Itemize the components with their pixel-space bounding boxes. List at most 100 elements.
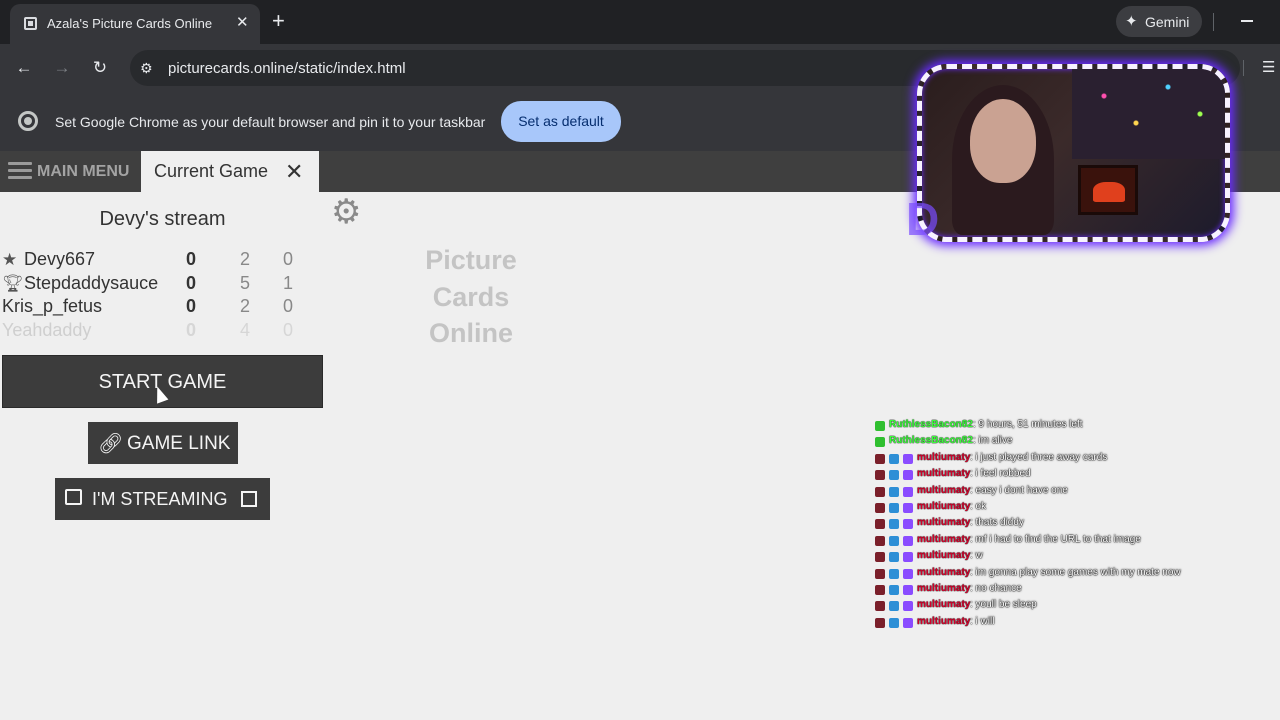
chat-text: : thats diddy bbox=[970, 517, 1024, 529]
chat-message: multiumaty: i just played three away car… bbox=[870, 451, 1270, 467]
chat-message: multiumaty: i will bbox=[870, 615, 1270, 631]
chat-text: : im alive bbox=[973, 435, 1013, 447]
back-arrow-icon[interactable]: ← bbox=[10, 54, 38, 82]
logo-line: Cards bbox=[432, 281, 510, 312]
hamburger-icon bbox=[8, 162, 32, 180]
player-name: Stepdaddysauce bbox=[24, 272, 159, 293]
gear-icon[interactable]: ⚙ bbox=[331, 194, 367, 230]
chat-username: multiumaty bbox=[917, 599, 971, 611]
new-tab-button[interactable]: + bbox=[272, 8, 285, 34]
chat-badge-icon bbox=[875, 470, 885, 481]
player-name: Devy667 bbox=[24, 249, 96, 269]
tab-favicon-icon bbox=[24, 17, 37, 30]
chat-badge-icon bbox=[903, 568, 913, 579]
chat-text: : ok bbox=[970, 500, 987, 512]
tab-current-game[interactable]: Current Game ✕ bbox=[141, 151, 319, 192]
close-icon[interactable]: ✕ bbox=[285, 159, 303, 185]
player-list: ★ Devy667 0 2 0 🏆︎ Stepdaddysauce 0 5 1 … bbox=[2, 249, 312, 343]
player-score: 0 bbox=[185, 296, 196, 316]
game-link-label: GAME LINK bbox=[127, 433, 231, 454]
chat-badge-icon bbox=[875, 502, 885, 513]
chat-badge-icon bbox=[889, 552, 899, 563]
player-stat: 0 bbox=[282, 249, 293, 269]
streaming-checkbox[interactable] bbox=[241, 491, 257, 507]
streaming-toggle-button[interactable]: I'M STREAMING bbox=[55, 478, 270, 520]
chat-badge-icon bbox=[875, 437, 885, 448]
player-name: Kris_p_fetus bbox=[2, 296, 103, 316]
player-name: Yeahdaddy bbox=[2, 319, 92, 340]
site-settings-icon[interactable]: ⚙ bbox=[140, 60, 156, 76]
set-as-default-button[interactable]: Set as default bbox=[501, 101, 621, 142]
browser-tabstrip: Azala's Picture Cards Online ✕ + ✦ Gemin… bbox=[0, 0, 1280, 44]
link-icon: 🔗︎ bbox=[98, 433, 124, 455]
chat-badge-icon bbox=[889, 519, 899, 530]
player-stat: 5 bbox=[239, 272, 250, 293]
player-stat: 4 bbox=[239, 319, 250, 340]
app-logo: Picture Cards Online bbox=[410, 242, 532, 352]
chat-message: multiumaty: w bbox=[870, 549, 1270, 565]
divider bbox=[1243, 60, 1244, 76]
chat-badge-icon bbox=[875, 486, 885, 497]
main-menu-label: MAIN MENU bbox=[37, 163, 130, 180]
chat-badge-icon bbox=[903, 502, 913, 513]
logo-line: Online bbox=[428, 318, 513, 348]
reload-icon[interactable]: ↻ bbox=[86, 54, 114, 82]
chat-badge-icon bbox=[875, 568, 885, 579]
minimize-button[interactable] bbox=[1241, 20, 1253, 22]
game-link-button[interactable]: 🔗︎ GAME LINK bbox=[88, 422, 238, 464]
chat-text: : youll be sleep bbox=[970, 599, 1037, 611]
player-score: 0 bbox=[185, 272, 196, 293]
chat-badge-icon bbox=[903, 535, 913, 546]
chat-badge-icon bbox=[875, 552, 885, 563]
webcam-overlay bbox=[917, 64, 1230, 242]
tab-close-icon[interactable]: ✕ bbox=[236, 13, 249, 31]
player-score: 0 bbox=[185, 319, 196, 340]
chat-badge-icon bbox=[889, 486, 899, 497]
url-text[interactable]: picturecards.online/static/index.html bbox=[168, 60, 406, 77]
chat-badge-icon bbox=[903, 470, 913, 481]
chat-username: multiumaty bbox=[917, 615, 971, 627]
divider bbox=[1213, 13, 1214, 31]
chat-text: : im gonna play some games with my mate … bbox=[970, 566, 1181, 578]
chat-badge-icon bbox=[875, 617, 885, 628]
chat-badge-icon bbox=[889, 584, 899, 595]
chat-text: : w bbox=[970, 550, 983, 562]
chat-badge-icon bbox=[903, 486, 913, 497]
chat-text: : i just played three away cards bbox=[970, 451, 1108, 463]
chat-username: multiumaty bbox=[917, 517, 971, 529]
stream-title: Devy's stream bbox=[99, 208, 226, 230]
chat-message: multiumaty: mf i had to find the URL to … bbox=[870, 533, 1270, 549]
chat-badge-icon bbox=[889, 502, 899, 513]
chat-message: multiumaty: i feel robbed bbox=[870, 467, 1270, 483]
chat-username: multiumaty bbox=[917, 566, 971, 578]
chat-badge-icon bbox=[875, 519, 885, 530]
forward-arrow-icon[interactable]: → bbox=[48, 54, 76, 82]
gemini-button[interactable]: ✦ Gemini bbox=[1116, 6, 1202, 37]
chat-badge-icon bbox=[875, 421, 885, 431]
chat-badge-icon bbox=[875, 453, 885, 464]
trophy-icon: 🏆︎ bbox=[2, 273, 24, 293]
player-score: 0 bbox=[185, 249, 196, 269]
chat-username: multiumaty bbox=[917, 500, 971, 512]
browser-tab[interactable]: Azala's Picture Cards Online ✕ bbox=[10, 4, 260, 44]
current-game-label: Current Game bbox=[154, 161, 269, 181]
webcam-background bbox=[1072, 69, 1225, 159]
chat-message: multiumaty: no chance bbox=[870, 582, 1270, 598]
chat-message: multiumaty: ok bbox=[870, 500, 1270, 516]
chat-badge-icon bbox=[889, 470, 899, 481]
chat-text: : mf i had to find the URL to that image bbox=[970, 533, 1141, 545]
star-icon: ★ bbox=[2, 250, 18, 269]
chat-badge-icon bbox=[875, 584, 885, 595]
twitch-icon bbox=[65, 489, 82, 505]
chat-username: multiumaty bbox=[917, 451, 971, 463]
media-queue-icon[interactable]: ☰ bbox=[1262, 58, 1275, 76]
chat-badge-icon bbox=[889, 535, 899, 546]
player-row: 🏆︎ Stepdaddysauce 0 5 1 bbox=[2, 273, 312, 297]
gemini-label: Gemini bbox=[1145, 14, 1190, 30]
chat-message: RuthlessBacon82: im alive bbox=[870, 434, 1270, 450]
chat-username: multiumaty bbox=[917, 533, 971, 545]
chat-badge-icon bbox=[903, 601, 913, 612]
chat-badge-icon bbox=[889, 453, 899, 464]
tab-title: Azala's Picture Cards Online bbox=[47, 16, 213, 31]
main-menu-button[interactable]: MAIN MENU bbox=[0, 151, 141, 192]
